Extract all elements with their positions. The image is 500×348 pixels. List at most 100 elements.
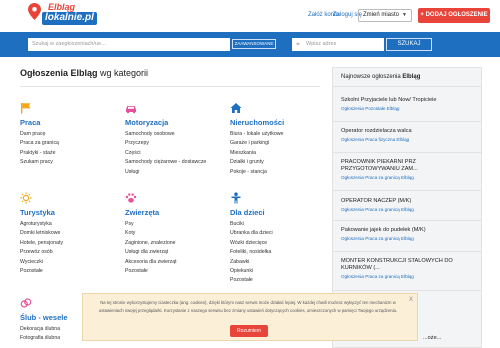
listing-category[interactable]: Ogłoszenia Praca fizyczna Elbląg: [341, 137, 473, 142]
page: Elbląg lokalnie.pl Załóż konto Zaloguj s…: [0, 0, 500, 348]
category-title[interactable]: Nieruchomości: [230, 118, 330, 127]
category-link[interactable]: Foteliki, nosidełka: [230, 248, 330, 257]
divider: [333, 251, 481, 252]
listing-category[interactable]: Ogłoszenia Praca za granicą Elbląg: [341, 207, 473, 212]
category-title[interactable]: Praca: [20, 118, 120, 127]
search-button[interactable]: SZUKAJ: [386, 38, 432, 51]
category-link[interactable]: Pokoje - stancja: [230, 168, 330, 177]
logo-city-text: Elbląg: [48, 2, 76, 12]
category-link[interactable]: Zabawki: [230, 258, 330, 267]
category-link[interactable]: Pozostałe: [125, 267, 225, 276]
category-link[interactable]: Koty: [125, 229, 225, 238]
category-link[interactable]: Usługi: [125, 168, 225, 177]
divider: [333, 220, 481, 221]
sun-icon: [20, 192, 32, 204]
category-motoryzacja: Motoryzacja Samochody osobowe Przyczepy …: [125, 102, 225, 177]
cookie-accept-button[interactable]: Rozumiem: [230, 325, 268, 337]
category-link[interactable]: Opiekunki: [230, 267, 330, 276]
category-link[interactable]: Przewóz osób: [20, 248, 120, 257]
category-link[interactable]: Zaginione, znalezione: [125, 239, 225, 248]
add-listing-button[interactable]: + DODAJ OGŁOSZENIE: [418, 8, 490, 23]
divider: [20, 86, 320, 87]
divider: [333, 152, 481, 153]
logo-domain-text: lokalnie.pl: [42, 12, 97, 25]
category-link[interactable]: Praca za granicą: [20, 139, 120, 148]
category-zwierzeta: Zwierzęta Psy Koty Zaginione, znalezione…: [125, 192, 225, 276]
header: Elbląg lokalnie.pl Załóż konto Zaloguj s…: [0, 0, 500, 32]
cookie-text: Na tej stronie wykorzystujemy ciasteczka…: [98, 300, 398, 314]
advanced-search-button[interactable]: ZAAWANSOWANE: [232, 39, 276, 49]
divider: [333, 190, 481, 191]
page-title-rest: wg kategorii: [97, 68, 149, 78]
category-link[interactable]: Garaże i parkingi: [230, 139, 330, 148]
category-link[interactable]: Części: [125, 149, 225, 158]
listing-title[interactable]: Szkolni Przyjaciele lub Now/ Tropicieie: [341, 97, 473, 104]
category-link[interactable]: Ubranka dla dzieci: [230, 229, 330, 238]
location-placeholder: Wpisz adres: [306, 41, 337, 47]
search-input[interactable]: Szukaj w zaegłoszeniach/ue...: [28, 38, 230, 51]
listing-category[interactable]: Ogłoszenia Praca za granicą Elbląg: [341, 274, 473, 279]
listing-item[interactable]: PRACOWNIK PIEKARNI PRZ PRZYGOTOWYWANIU Z…: [341, 159, 473, 180]
category-nieruchomosci: Nieruchomości Biura - lokale użytkowe Ga…: [230, 102, 330, 177]
category-link[interactable]: Domki letniskowe: [20, 229, 120, 238]
listing-item[interactable]: MONTER KONSTRUKCJI STALOWYCH DO KURNIKÓW…: [341, 258, 473, 279]
listing-item[interactable]: OPERATOR NACZEP (M/K) Ogłoszenia Praca z…: [341, 198, 473, 212]
category-title[interactable]: Zwierzęta: [125, 208, 225, 217]
house-icon: [230, 103, 242, 113]
close-icon[interactable]: X: [409, 297, 413, 303]
listing-category[interactable]: Ogłoszenia Praca za granicą Elbląg: [341, 175, 473, 180]
car-icon: [126, 106, 136, 114]
category-link[interactable]: Mieszkania: [230, 149, 330, 158]
city-select[interactable]: Zmień miasto ▼: [358, 9, 412, 22]
listing-item[interactable]: Operator rozdzielacza walca Ogłoszenia P…: [341, 128, 473, 142]
category-link[interactable]: Pozostałe: [20, 267, 120, 276]
category-title[interactable]: Turystyka: [20, 208, 120, 217]
category-link[interactable]: Agroturystyka: [20, 220, 120, 229]
listing-title[interactable]: Pakowanie jajek do pudełek (M/K): [341, 227, 473, 234]
category-link[interactable]: Wycieczki: [20, 258, 120, 267]
category-title[interactable]: Dla dzieci: [230, 208, 330, 217]
category-link[interactable]: Akcesoria dla zwierząt: [125, 258, 225, 267]
category-link[interactable]: Psy: [125, 220, 225, 229]
cookie-banner: Na tej stronie wykorzystujemy ciasteczka…: [82, 293, 418, 341]
listing-item[interactable]: Szkolni Przyjaciele lub Now/ Tropicieie …: [341, 97, 473, 111]
category-link[interactable]: Działki i grunty: [230, 158, 330, 167]
category-dla-dzieci: Dla dzieci Buciki Ubranka dla dzieci Wóz…: [230, 192, 330, 286]
listing-category[interactable]: Ogłoszenia Pozostałe Elbląg: [341, 106, 473, 111]
category-turystyka: Turystyka Agroturystyka Domki letniskowe…: [20, 192, 120, 276]
category-link[interactable]: Buciki: [230, 220, 330, 229]
site-logo[interactable]: Elbląg lokalnie.pl: [28, 3, 97, 25]
listing-category[interactable]: Ogłoszenia Praca za granicą Elbląg: [341, 236, 473, 241]
category-link[interactable]: Samochody ciężarowe - dostawcze: [125, 158, 225, 167]
listing-item[interactable]: Pakowanie jajek do pudełek (M/K) Ogłosze…: [341, 227, 473, 241]
category-link[interactable]: Biura - lokale użytkowe: [230, 130, 330, 139]
listing-title[interactable]: MONTER KONSTRUKCJI STALOWYCH DO KURNIKÓW…: [341, 258, 473, 272]
child-icon: [231, 192, 241, 204]
city-select-value: Zmień miasto: [363, 12, 400, 18]
category-link[interactable]: Wózki dziecięce: [230, 239, 330, 248]
divider: [333, 290, 481, 291]
paw-icon: [125, 193, 137, 203]
category-link[interactable]: Przyczepy: [125, 139, 225, 148]
map-pin-logo-icon: [28, 3, 41, 20]
listing-item[interactable]: ...oże...: [423, 335, 473, 342]
listing-title[interactable]: OPERATOR NACZEP (M/K): [341, 198, 473, 205]
search-bar: Szukaj w zaegłoszeniach/ue... ZAAWANSOWA…: [0, 32, 500, 57]
location-input[interactable]: ⌖ Wpisz adres: [292, 38, 384, 51]
category-link[interactable]: Dam pracę: [20, 130, 120, 139]
category-link[interactable]: Pozostałe: [230, 276, 330, 285]
category-praca: Praca Dam pracę Praca za granicą Praktyk…: [20, 102, 120, 168]
sidebar-title-city: Elbląg: [402, 74, 421, 80]
category-link[interactable]: Praktyki - staże: [20, 149, 120, 158]
category-title[interactable]: Motoryzacja: [125, 118, 225, 127]
location-pin-icon: ⌖: [296, 41, 300, 48]
category-link[interactable]: Szukam pracy: [20, 158, 120, 167]
listing-title[interactable]: ...oże...: [423, 335, 473, 342]
category-link[interactable]: Samochody osobowe: [125, 130, 225, 139]
category-link[interactable]: Hotele, pensjonaty: [20, 239, 120, 248]
chevron-down-icon: ▼: [402, 12, 407, 18]
category-link[interactable]: Usługi dla zwierząt: [125, 248, 225, 257]
listing-title[interactable]: PRACOWNIK PIEKARNI PRZ PRZYGOTOWYWANIU Z…: [341, 159, 473, 173]
divider: [333, 121, 481, 122]
listing-title[interactable]: Operator rozdzielacza walca: [341, 128, 473, 135]
